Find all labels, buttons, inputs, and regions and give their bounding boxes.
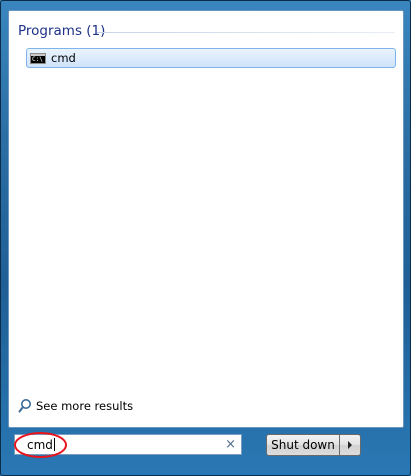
shutdown-button-group: Shut down <box>266 434 361 456</box>
search-input[interactable]: cmd × <box>14 434 242 455</box>
search-icon <box>18 399 31 413</box>
shutdown-options-button[interactable] <box>340 434 361 456</box>
programs-section-header: Programs (1) <box>18 23 106 39</box>
clear-search-icon[interactable]: × <box>225 437 236 452</box>
program-item-cmd[interactable]: C:\ cmd <box>26 48 396 68</box>
text-caret <box>53 438 55 451</box>
section-divider <box>97 32 395 33</box>
search-results-pane: Programs (1) C:\ cmd See more results <box>8 10 404 428</box>
shutdown-button[interactable]: Shut down <box>266 434 340 456</box>
see-more-results-link[interactable]: See more results <box>18 398 133 414</box>
search-input-value: cmd <box>27 437 53 452</box>
see-more-results-label: See more results <box>36 399 134 413</box>
chevron-right-icon <box>348 441 352 449</box>
program-item-label: cmd <box>51 51 76 65</box>
command-prompt-icon: C:\ <box>30 52 46 64</box>
